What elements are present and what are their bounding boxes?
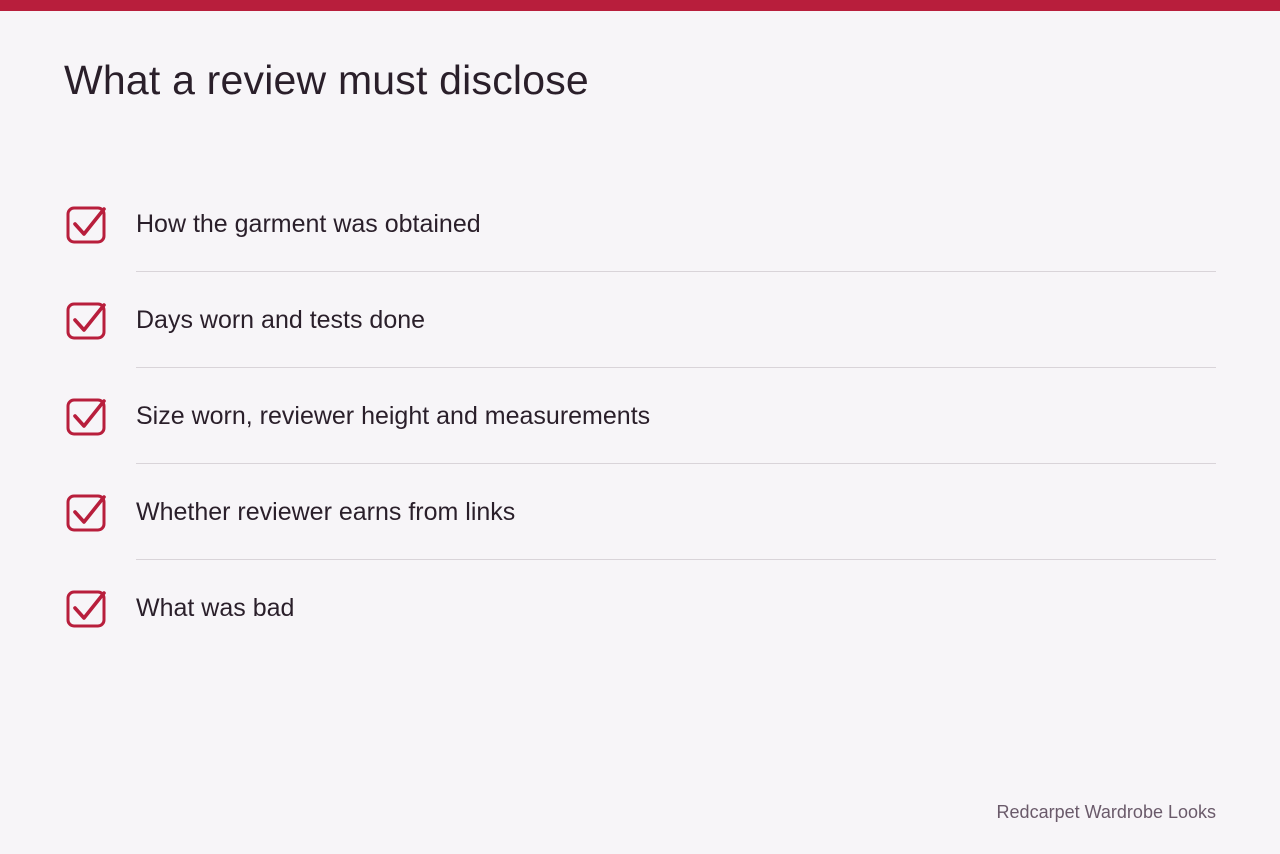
- checklist-item: Size worn, reviewer height and measureme…: [64, 368, 1216, 464]
- checklist-item: Whether reviewer earns from links: [64, 464, 1216, 560]
- checklist-item-label: Days worn and tests done: [136, 306, 426, 334]
- footer-brand: Redcarpet Wardrobe Looks: [996, 802, 1216, 822]
- checklist-item: Days worn and tests done: [64, 272, 1216, 368]
- checkbox-checked-icon: [64, 298, 110, 344]
- checklist-item-label: How the garment was obtained: [136, 210, 481, 238]
- checkbox-checked-icon: [64, 490, 110, 536]
- checkbox-checked-icon: [64, 394, 110, 440]
- checklist-item: What was bad: [64, 560, 1216, 656]
- checkbox-checked-icon: [64, 202, 110, 248]
- checklist-item-label: What was bad: [136, 594, 295, 622]
- checkbox-checked-icon: [64, 586, 110, 632]
- checklist-item: How the garment was obtained: [64, 176, 1216, 272]
- disclosure-checklist: How the garment was obtained Days worn a…: [64, 176, 1216, 656]
- page-title: What a review must disclose: [64, 57, 589, 103]
- checklist-item-label: Whether reviewer earns from links: [136, 498, 516, 526]
- checklist-item-label: Size worn, reviewer height and measureme…: [136, 402, 651, 430]
- top-accent-bar: [0, 0, 1280, 11]
